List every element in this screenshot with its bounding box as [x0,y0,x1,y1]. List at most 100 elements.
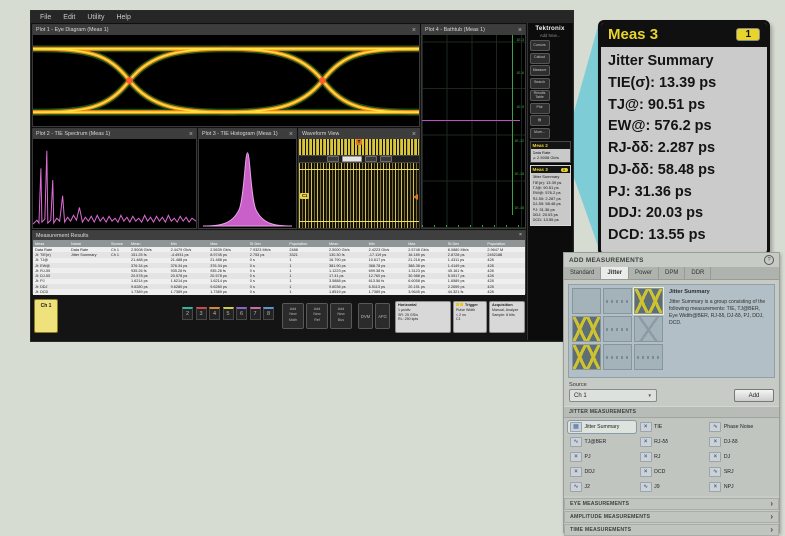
table-cell: 21.488 ps [169,258,209,262]
menu-item[interactable]: Help [116,14,130,21]
jitter-measurements-section-header[interactable]: JITTER MEASUREMENTS [564,406,779,418]
gallery-thumbnail[interactable] [634,344,663,370]
channel-button[interactable]: 7 [250,307,261,320]
panel-tab[interactable]: Power [629,267,659,279]
measurement-item[interactable]: × DJ-δδ [707,436,775,448]
channel-button[interactable]: 4 [209,307,220,320]
channel-button[interactable]: 5 [223,307,234,320]
gallery-thumbnail[interactable] [572,316,601,342]
table-cell: 6.6058 ps [406,279,446,283]
panel-tab[interactable]: Jitter [601,267,629,279]
misc-button[interactable]: AFG [375,303,390,329]
chevron-down-icon: ▼ [648,393,652,398]
measurement-item[interactable]: ∿ J2 [568,481,636,493]
channel1-marker[interactable]: C1 [300,193,309,199]
trigger-level-arrow-icon[interactable] [413,194,418,200]
measurement-item[interactable]: ∿ Phase Noise [707,421,775,433]
plot-titlebar[interactable]: Plot 2 - TIE Spectrum (Meas 1) × [33,129,196,139]
close-icon[interactable]: × [412,27,416,34]
plot-titlebar[interactable]: Plot 1 - Eye Diagram (Meas 1) × [33,25,419,35]
measurement-item[interactable]: × RJ [638,451,706,463]
description-title: Jitter Summary [669,289,769,297]
measurement-item[interactable]: ∿ SRJ [707,466,775,478]
panel-tab[interactable]: DDR [685,267,711,279]
gallery-thumbnail[interactable] [603,344,632,370]
plot-titlebar[interactable]: Plot 3 - TIE Histogram (Meas 1) × [199,129,296,139]
waveform-overview-band[interactable]: T [299,139,419,155]
measurement-item[interactable]: × RJ-δδ [638,436,706,448]
menu-item[interactable]: Edit [63,14,75,21]
section-header[interactable]: TIME MEASUREMENTS › [564,524,779,536]
close-icon[interactable]: × [519,233,522,238]
section-header[interactable]: AMPLITUDE MEASUREMENTS › [564,511,779,523]
gallery-thumbnail[interactable] [572,344,601,370]
table-cell: -17.119 ps [367,253,407,257]
close-icon[interactable]: × [412,131,416,138]
measurement-item[interactable]: × TIE [638,421,706,433]
acquisition-badge[interactable]: Acquisition Manual, AnalyzeSample: 8 bit… [489,301,525,333]
gallery-thumbnail[interactable] [603,288,632,314]
channel-button[interactable]: 8 [263,307,274,320]
add-button[interactable]: Add [734,389,774,402]
measurement-item[interactable]: ∿ J9 [638,481,706,493]
section-header[interactable]: EYE MEASUREMENTS › [564,498,779,510]
trigger-flag-icon[interactable]: T [356,139,362,145]
close-icon[interactable]: × [189,131,193,138]
table-cell: 9.6280 ps [208,285,248,289]
chevron-right-icon: › [770,526,773,534]
source-dropdown[interactable]: Ch 1 ▼ [569,389,657,402]
add-new-button[interactable]: Add New Bus [330,303,352,329]
panel-tab[interactable]: DPM [659,267,685,279]
table-row[interactable]: Jt: DCD1.7389 ps1.7389 ps1.7389 ps0 s11.… [33,289,525,294]
measurement-item[interactable]: × DDJ [568,466,636,478]
panel-tab[interactable]: Standard [564,267,601,279]
gallery-thumbnail[interactable] [572,288,601,314]
measurement-item[interactable]: × DCD [638,466,706,478]
zoom-button[interactable] [327,156,339,162]
measurement-item[interactable]: ∿ TJ@BER [568,436,636,448]
bathtub-level-line [422,120,520,121]
channel1-badge[interactable]: Ch 1 [34,299,58,333]
table-cell: 1 [287,264,327,268]
close-icon[interactable]: × [518,27,522,34]
misc-button[interactable]: DVM [358,303,373,329]
table-row[interactable]: Data RateData RateCh 12.5008 Gb/s2.4479 … [33,247,525,252]
add-new-button[interactable]: Add New Math [282,303,304,329]
plot-titlebar[interactable]: Waveform View × [299,129,419,139]
zoom-button[interactable] [365,156,377,162]
gallery-thumbnail[interactable] [603,316,632,342]
menu-item[interactable]: File [40,14,51,21]
results-table-titlebar[interactable]: Measurement Results × [33,231,525,240]
waveform-trace-area[interactable]: C1 [299,163,419,228]
close-icon[interactable]: × [289,131,293,138]
table-row[interactable]: Jt: TIE(σ)Jitter SummaryCh 1151.25 fs-4.… [33,252,525,257]
menu-item[interactable]: Utility [87,14,104,21]
help-icon[interactable]: ? [764,255,774,265]
trigger-badge[interactable]: Trigger Pulse Width< 2 nsC1 [453,301,487,333]
channel-button[interactable]: 6 [236,307,247,320]
measurement-label: DDJ [585,469,595,475]
zoom-scale-indicator[interactable] [342,156,362,162]
table-cell: Jt: PJ [33,279,69,283]
jitter-measurements-grid: ▦ Jitter Summary × TIE ∿ Phase Noise ∿ T… [564,418,779,496]
zoom-button[interactable] [380,156,392,162]
gallery-thumbnail[interactable] [634,316,663,342]
table-cell: 428 [485,269,525,273]
table-cell: 2.9647 M [485,248,525,252]
add-new-button[interactable]: Add New Ref [306,303,328,329]
measurement-item[interactable]: ▦ Jitter Summary [568,421,636,433]
section-label: AMPLITUDE MEASUREMENTS [570,514,650,520]
measurement-item[interactable]: × PJ [568,451,636,463]
plot-titlebar[interactable]: Plot 4 - Bathtub (Meas 1) × [422,25,525,35]
table-cell: 1.7389 ps [367,290,407,294]
table-cell: 376.34 ps [169,264,209,268]
table-cell: 0 s [248,258,288,262]
measurement-item[interactable]: × NPJ [707,481,775,493]
gallery-thumbnail[interactable] [634,288,663,314]
channel-button[interactable]: 2 [182,307,193,320]
table-cell: 1 [287,285,327,289]
measurement-item[interactable]: × DJ [707,451,775,463]
plot-title: Plot 3 - TIE Histogram (Meas 1) [202,131,278,137]
horizontal-badge[interactable]: Horizontal 1 µs/divSR: 25 GS/sRL: 250 kp… [395,301,451,333]
channel-button[interactable]: 3 [196,307,207,320]
